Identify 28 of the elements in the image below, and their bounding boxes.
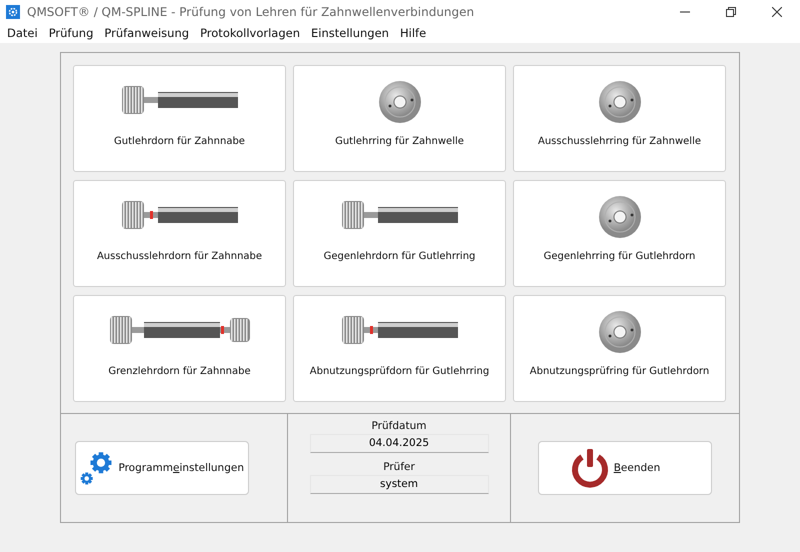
power-icon [570, 448, 610, 488]
menu-item[interactable]: Prüfanweisung [99, 26, 196, 40]
gauge-tile[interactable]: Gegenlehrdorn für Gutlehrring [293, 180, 506, 287]
gauge-tile[interactable]: Ausschusslehrdorn für Zahnnabe [73, 180, 286, 287]
window-title: QMSOFT® / QM-SPLINE - Prüfung von Lehren für Zahnwellenverbindungen [27, 5, 474, 19]
inspector-label: Prüfer [383, 461, 415, 473]
gauge-tile[interactable]: Abnutzungsprüfring für Gutlehrdorn [513, 295, 726, 402]
gauge-tile[interactable]: Abnutzungsprüfdorn für Gutlehrring [293, 295, 506, 402]
ring-gauge-drawing [598, 310, 642, 354]
date-field: 04.04.2025 [310, 434, 488, 453]
gauge-tile[interactable]: Gutlehrdorn für Zahnnabe [73, 65, 286, 172]
ring-gauge-drawing [598, 195, 642, 239]
gauge-tile[interactable]: Gutlehrring für Zahnwelle [293, 65, 506, 172]
menu-item[interactable]: Datei [2, 26, 44, 40]
gauge-tile[interactable]: Gegenlehrring für Gutlehrdorn [513, 180, 726, 287]
menu-item[interactable]: Einstellungen [306, 26, 395, 40]
menu-item[interactable]: Protokollvorlagen [195, 26, 306, 40]
app-icon [6, 5, 20, 19]
ring-gauge-drawing [598, 80, 642, 124]
gauge-tile[interactable]: Grenzlehrdorn für Zahnnabe [73, 295, 286, 402]
date-label: Prüfdatum [372, 420, 426, 432]
inspector-field: system [310, 475, 488, 494]
menu-item[interactable]: Hilfe [394, 26, 432, 40]
exit-button[interactable]: Beenden [538, 441, 712, 495]
ring-gauge-drawing [378, 80, 422, 124]
gauge-tile[interactable]: Ausschusslehrring für Zahnwelle [513, 65, 726, 172]
menu-item[interactable]: Prüfung [44, 26, 100, 40]
program-settings-button[interactable]: Programmeinstellungen [75, 441, 249, 495]
